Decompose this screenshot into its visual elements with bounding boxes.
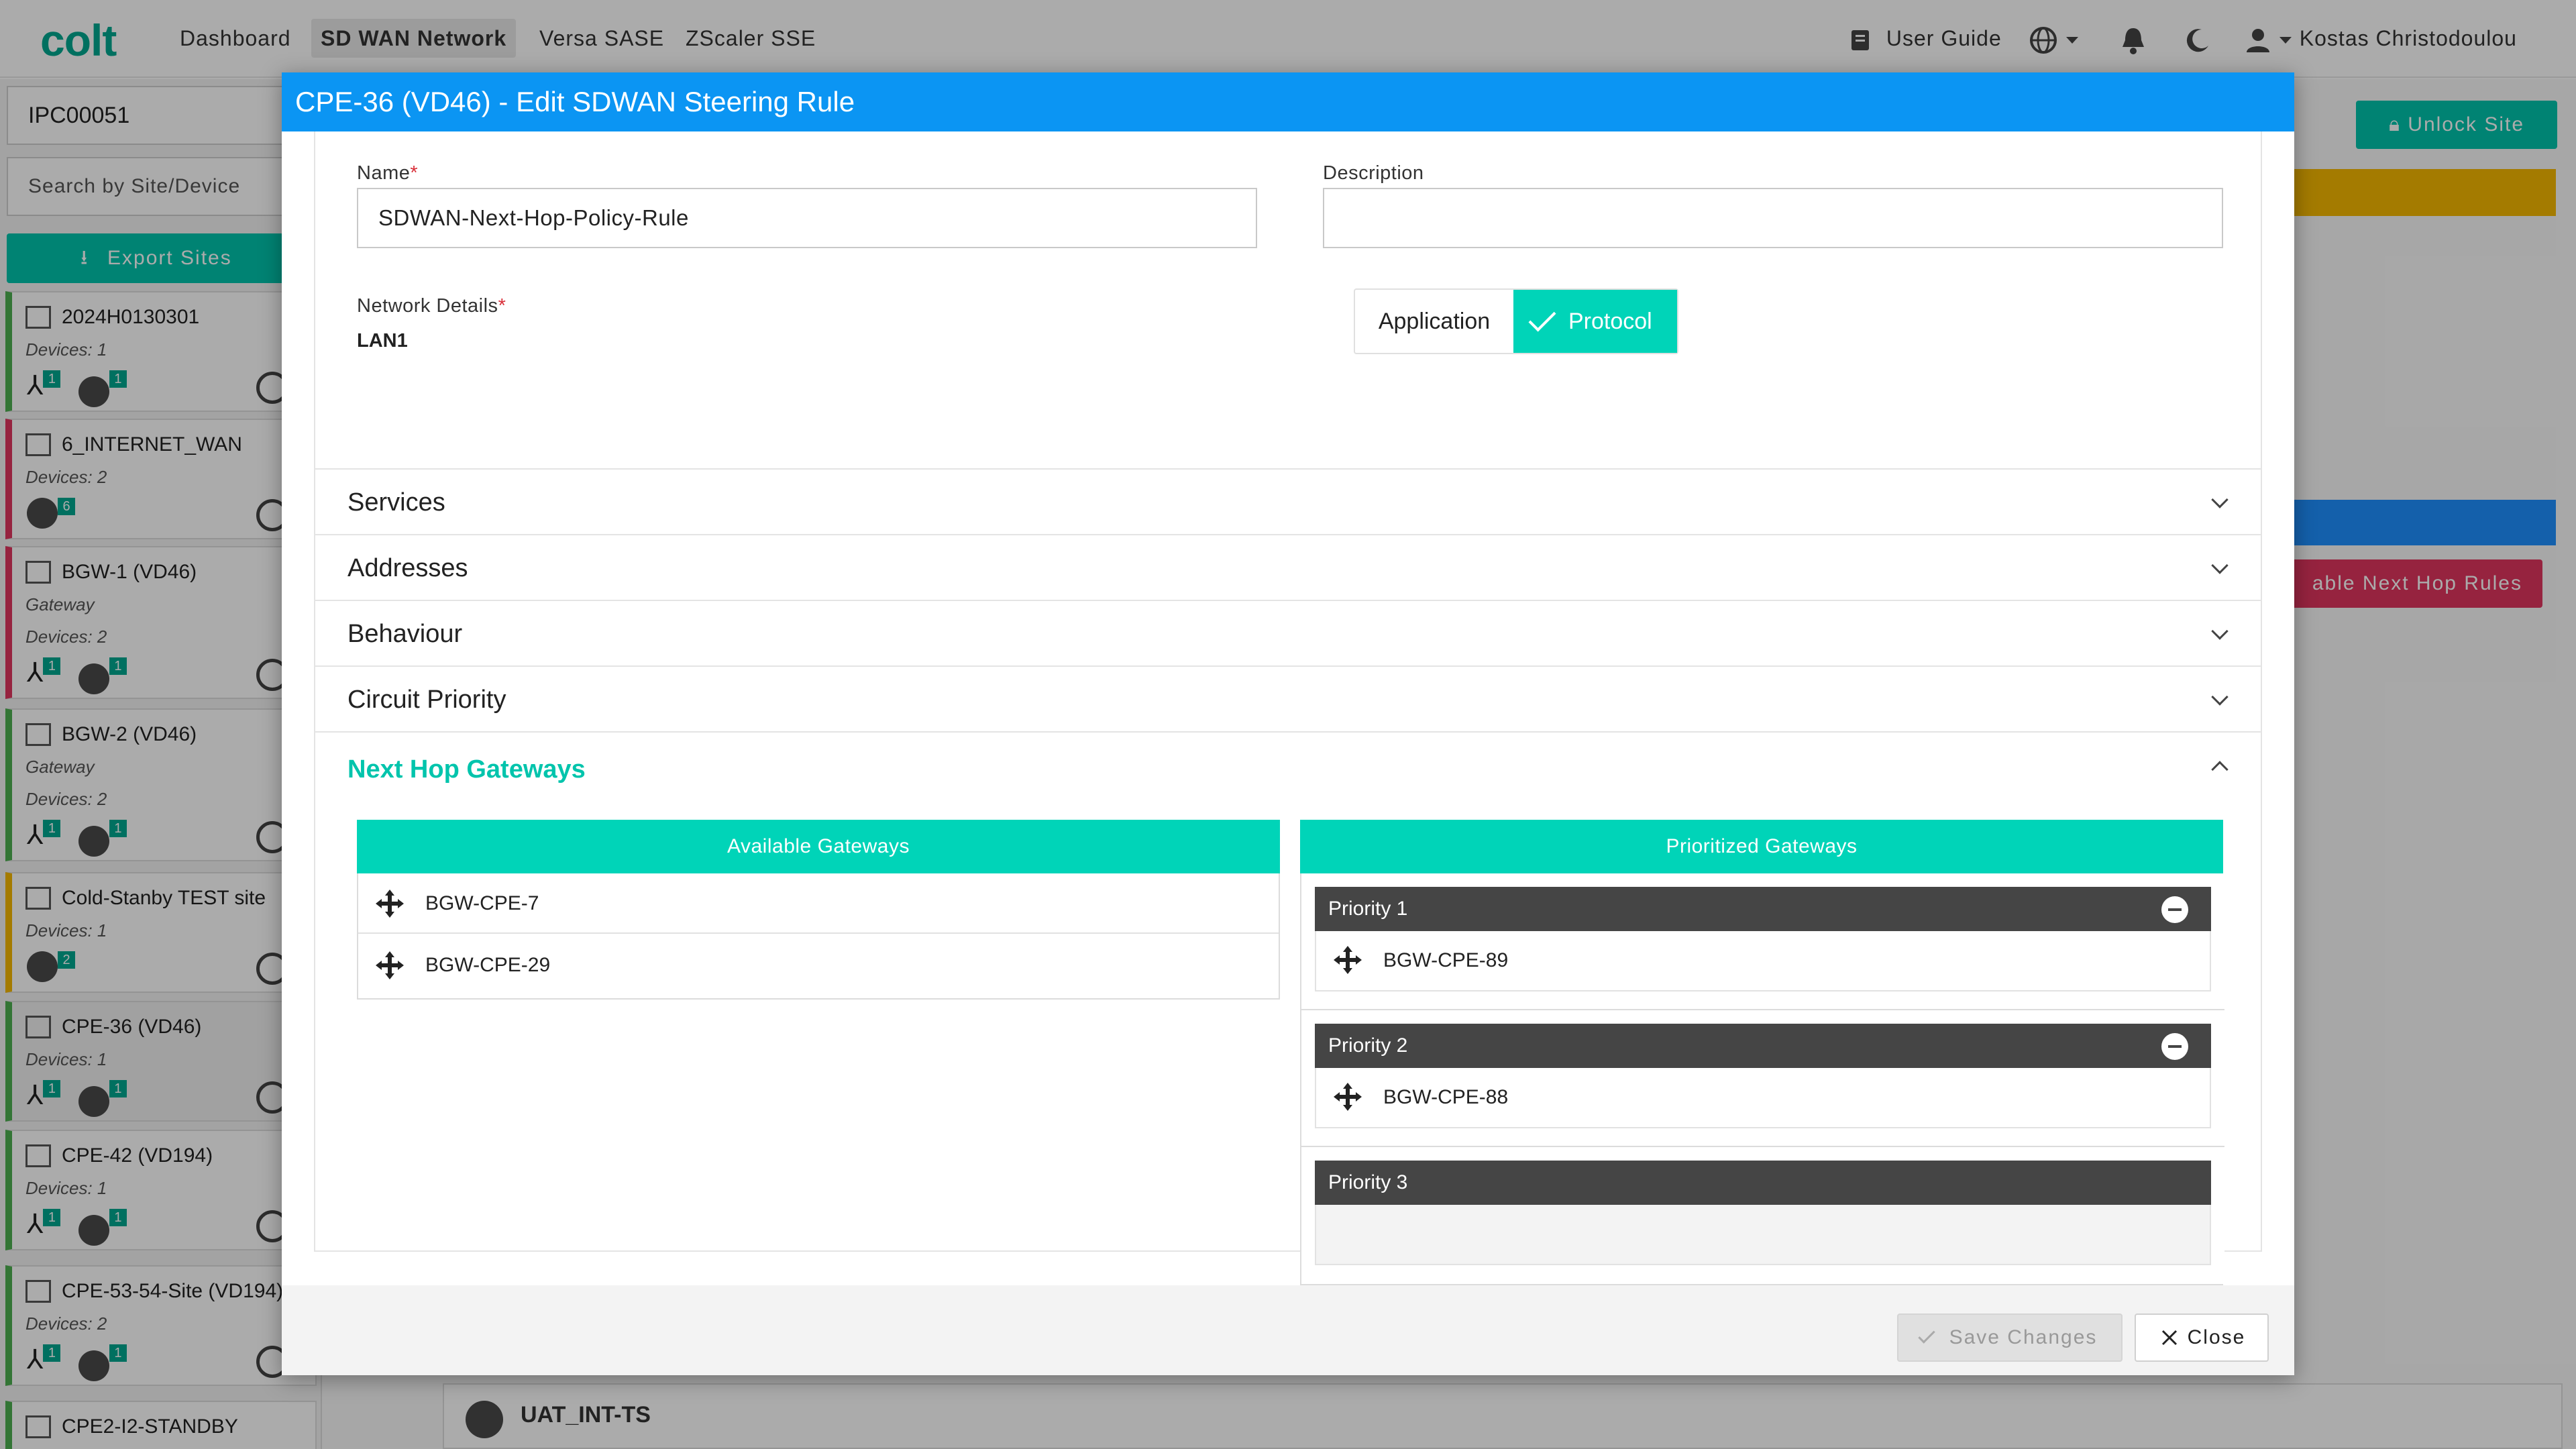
services-section[interactable]: Services: [315, 468, 2261, 534]
move-icon: [376, 951, 404, 979]
protocol-label: Protocol: [1568, 309, 1652, 334]
protocol-toggle[interactable]: Protocol: [1513, 290, 1677, 353]
chevron-down-icon: [2211, 623, 2229, 640]
dialog-body: Name* SDWAN-Next-Hop-Policy-Rule Descrip…: [314, 131, 2262, 1285]
close-icon: [2161, 1330, 2178, 1346]
circuit-priority-section[interactable]: Circuit Priority: [315, 665, 2261, 731]
gateway-name: BGW-CPE-7: [425, 892, 539, 914]
chevron-up-icon: [2211, 761, 2229, 778]
next-hop-gateways-title: Next Hop Gateways: [347, 755, 586, 784]
application-toggle[interactable]: Application: [1355, 290, 1513, 353]
dialog-title: CPE-36 (VD46) - Edit SDWAN Steering Rule: [282, 72, 2294, 131]
save-changes-button[interactable]: Save Changes: [1897, 1313, 2123, 1362]
available-gateways-header: Available Gateways: [357, 820, 1280, 873]
remove-priority-button[interactable]: [2161, 896, 2188, 923]
name-label: Name*: [357, 162, 419, 184]
description-label: Description: [1323, 162, 1424, 184]
empty-drop-zone[interactable]: [1315, 1205, 2211, 1265]
available-gateway-item[interactable]: BGW-CPE-29: [358, 935, 1279, 996]
prioritized-gateway-item[interactable]: BGW-CPE-88: [1315, 1068, 2211, 1128]
available-gateways-list: Available Gateways BGW-CPE-7 BGW-CPE-29: [357, 820, 1280, 1000]
network-details-label: Network Details*: [357, 295, 506, 317]
next-hop-gateways-section[interactable]: Next Hop Gateways: [315, 731, 2261, 809]
name-input[interactable]: SDWAN-Next-Hop-Policy-Rule: [357, 188, 1257, 248]
rule-type-toggle: Application Protocol: [1354, 288, 1678, 354]
gateway-name: BGW-CPE-29: [425, 954, 551, 976]
priority-header: Priority 2: [1315, 1024, 2211, 1068]
close-button[interactable]: Close: [2135, 1313, 2269, 1362]
check-icon: [1528, 304, 1556, 332]
description-input[interactable]: [1323, 188, 2223, 248]
chevron-down-icon: [2211, 557, 2229, 574]
addresses-section[interactable]: Addresses: [315, 534, 2261, 600]
priority-label: Priority 3: [1328, 1171, 1408, 1193]
available-gateway-item[interactable]: BGW-CPE-7: [358, 873, 1279, 934]
network-details-value: LAN1: [357, 330, 408, 352]
priority-header: Priority 1: [1315, 887, 2211, 931]
priority-slot: Priority 3: [1301, 1147, 2224, 1284]
circuit-priority-section-label: Circuit Priority: [347, 686, 506, 714]
chevron-down-icon: [2211, 688, 2229, 706]
close-label: Close: [2187, 1326, 2246, 1348]
priority-slot: Priority 2 BGW-CPE-88: [1301, 1010, 2224, 1147]
priority-slot: Priority 1 BGW-CPE-89: [1301, 873, 2224, 1010]
priority-label: Priority 2: [1328, 1034, 1408, 1057]
remove-priority-button[interactable]: [2161, 1033, 2188, 1060]
move-icon: [376, 890, 404, 918]
addresses-section-label: Addresses: [347, 554, 468, 582]
check-icon: [1918, 1326, 1935, 1344]
prioritized-gateways-list: Prioritized Gateways Priority 1 BGW-CPE-…: [1300, 820, 2224, 1285]
priority-header: Priority 3: [1315, 1161, 2211, 1205]
services-section-label: Services: [347, 488, 445, 517]
prioritized-gateways-header: Prioritized Gateways: [1300, 820, 2223, 873]
gateway-name: BGW-CPE-88: [1383, 1086, 1509, 1108]
move-icon: [1334, 946, 1362, 974]
prioritized-gateway-item[interactable]: BGW-CPE-89: [1315, 931, 2211, 991]
edit-steering-rule-dialog: CPE-36 (VD46) - Edit SDWAN Steering Rule…: [282, 72, 2294, 1375]
dialog-footer: Save Changes Close: [282, 1285, 2294, 1375]
behaviour-section-label: Behaviour: [347, 620, 463, 648]
save-changes-label: Save Changes: [1949, 1326, 2098, 1348]
move-icon: [1334, 1083, 1362, 1111]
chevron-down-icon: [2211, 491, 2229, 508]
behaviour-section[interactable]: Behaviour: [315, 600, 2261, 665]
priority-label: Priority 1: [1328, 898, 1408, 920]
gateway-name: BGW-CPE-89: [1383, 949, 1509, 971]
